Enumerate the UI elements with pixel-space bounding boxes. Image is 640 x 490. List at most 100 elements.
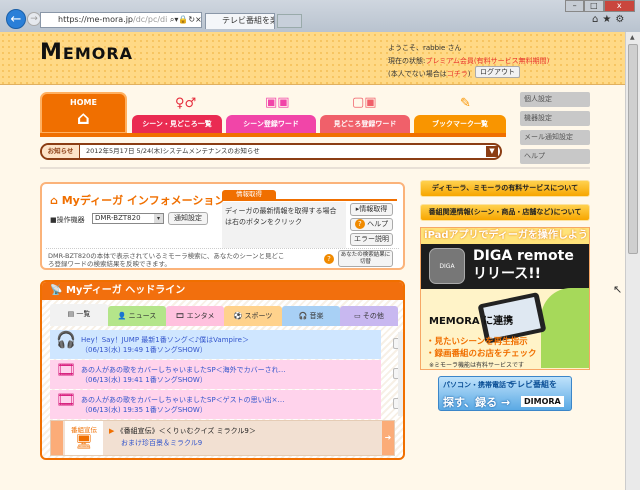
tab-label: 一覧 <box>76 310 91 318</box>
user-info: ようこそ、rabbie さん 現在の状態:プレミアム会員(有料サービス無料期間)… <box>388 42 549 81</box>
tab-music[interactable]: 🎧 音楽 <box>282 306 340 326</box>
not-you-text: (本人でない場合は <box>388 70 447 78</box>
question-icon: ? <box>354 219 365 229</box>
headline-item[interactable]: 🎧 Hey！Say！JUMP 最新1番ソング＜♪僕はVampire＞ （06/13(… <box>50 330 403 359</box>
item-meta: （06/13(水) 19:49 1番ソングSHOW） <box>81 346 207 354</box>
ad-title2: リリース!! <box>473 266 542 282</box>
info-title-text: Myディーガ インフォメーション <box>61 194 226 207</box>
info-footer-text: DMR-BZT820の本体で表示されているミモーラ検索に、あなたのシーンと見どこ… <box>48 252 285 268</box>
welcome-text: ようこそ、rabbie さん <box>388 44 462 52</box>
diga-remote-banner[interactable]: iPadアプリでディーガを操作しよう DIGA remote リリース!! DIG… <box>420 227 590 370</box>
promo-label: 番組宣伝 🖥 <box>65 421 103 455</box>
headline-title: Myディーガ ヘッドライン <box>65 285 186 296</box>
personal-settings-button[interactable]: 個人設定 <box>520 92 590 107</box>
nav-bookmarks[interactable]: ブックマーク一覧 <box>414 115 506 133</box>
close-button[interactable]: x <box>603 0 635 12</box>
headline-scrollbar[interactable] <box>398 332 403 416</box>
address-bar[interactable]: https://me-mora.jp/dc/pc/di ⌕▾🔒↻× <box>40 12 202 28</box>
device-settings-button[interactable]: 機器設定 <box>520 111 590 126</box>
help-button[interactable]: ヘルプ <box>520 149 590 164</box>
page-scrollbar[interactable]: ▲ <box>625 32 640 490</box>
arrow-right-icon[interactable]: ➜ <box>382 421 394 455</box>
tab-news[interactable]: 👤 ニュース <box>108 306 166 326</box>
item-title[interactable]: Hey！Say！JUMP 最新1番ソング＜♪僕はVampire＞ <box>81 335 381 345</box>
promo-title[interactable]: ▶ 《番組宣伝》＜くりぃむクイズ ミラクル9＞ <box>109 426 256 436</box>
paid-service-button[interactable]: ディモーラ、ミモーラの有料サービスについて <box>420 180 590 197</box>
notify-settings-button[interactable]: 通知設定 <box>168 212 208 225</box>
headphones-icon: 🎧 <box>56 330 76 349</box>
tab-other[interactable]: ▭ その他 <box>340 306 398 326</box>
mouse-cursor-icon: ↖ <box>613 283 623 296</box>
question-icon[interactable]: ? <box>324 254 334 264</box>
info-help-button[interactable]: ? ヘルプ <box>350 218 393 231</box>
dimora-c: 探す、録る → <box>443 396 511 409</box>
forward-button[interactable]: → <box>27 12 41 26</box>
url-path: /dc/pc/di <box>133 15 168 24</box>
scroll-thumb[interactable] <box>628 44 638 254</box>
headline-item[interactable]: 🎞 あの人があの歌をカバーしちゃいましたSP＜海外でカバーされ… （06/13(水)… <box>50 360 403 389</box>
device-value: DMR-BZT820 <box>95 214 141 222</box>
play-icon: ▶ <box>109 427 115 435</box>
ad-line1: ・見たいシーンを再生指示 <box>426 337 528 347</box>
not-you-link[interactable]: コチラ <box>447 70 468 78</box>
headline-item[interactable]: 🎞 あの人があの歌をカバーしちゃいましたSP＜ゲストの思い出×… （06/13(水)… <box>50 390 403 419</box>
nav-home[interactable]: HOME ⌂ <box>40 92 127 134</box>
device-label: ■操作機器 <box>50 216 85 224</box>
dimora-a: パソコン・携帯電話で <box>443 381 513 389</box>
info-title: ⌂ Myディーガ インフォメーション <box>50 194 226 207</box>
app-icon: DIGA <box>429 248 465 284</box>
program-promo[interactable]: 番組宣伝 🖥 ▶ 《番組宣伝》＜くりぃむクイズ ミラクル9＞ おまけ珍百景＆ミラク… <box>50 420 395 456</box>
logout-button[interactable]: ログアウト <box>475 66 520 78</box>
item-title[interactable]: あの人があの歌をカバーしちゃいましたSP＜海外でカバーされ… <box>81 365 381 375</box>
tab-title: テレビ番組を楽しむサー... <box>222 16 275 25</box>
promo-prev[interactable] <box>51 421 63 455</box>
error-explain-button[interactable]: エラー説明 <box>350 233 393 246</box>
dimora-b: テレビ番組を <box>509 380 557 389</box>
headline-panel: 📡 Myディーガ ヘッドライン ▤ 一覧 👤 ニュース 🎞 エンタメ ⚽ スポー… <box>40 280 405 460</box>
people-icon: ♀♂ <box>175 96 197 111</box>
dimora-logo: DIMORA <box>521 396 564 407</box>
home-label: HOME <box>70 98 97 107</box>
minimize-button[interactable]: – <box>565 0 585 12</box>
maximize-button[interactable]: □ <box>584 0 604 12</box>
item-meta: （06/13(水) 19:41 1番ソングSHOW） <box>81 376 207 384</box>
dimora-banner[interactable]: パソコン・携帯電話で テレビ番組を 探す、録る → DIMORA <box>438 376 572 411</box>
switch-results-button[interactable]: あなたの検索結果に切替 <box>338 250 393 267</box>
nav-scene-words[interactable]: シーン登録ワード <box>226 115 316 133</box>
film-icon: 🎞 <box>56 390 77 409</box>
home-favorites-settings-icons[interactable]: ⌂★⚙ <box>592 14 628 25</box>
browser-tab[interactable]: テレビ番組を楽しむサー... <box>205 13 275 29</box>
notice-text[interactable]: 2012年5月17日 5/24(木)システムメンテナンスのお知らせ <box>86 145 260 158</box>
notice-label: お知らせ <box>42 145 80 158</box>
chevron-down-icon: ▾ <box>154 214 163 223</box>
notify-label: 通知設定 <box>174 214 202 222</box>
fetch-info-button[interactable]: ▸情報取得 <box>350 203 393 216</box>
info-panel: ⌂ Myディーガ インフォメーション ■操作機器 ▾ DMR-BZT820 通知設… <box>40 182 405 270</box>
divider <box>46 248 399 249</box>
nav-highlight-words[interactable]: 見どころ登録ワード <box>320 115 410 133</box>
promo-title-text: 《番組宣伝》＜くりぃむクイズ ミラクル9＞ <box>116 427 256 435</box>
notice-bar: お知らせ 2012年5月17日 5/24(木)システムメンテナンスのお知らせ ▼ <box>40 143 502 160</box>
memora-logo[interactable]: MEMORA <box>40 40 133 65</box>
film-icon: 🎞 <box>56 360 77 379</box>
mail-settings-button[interactable]: メール通知設定 <box>520 130 590 145</box>
new-tab-button[interactable] <box>277 14 302 28</box>
url-host: https://me-mora.jp <box>58 15 133 24</box>
logo-m: M <box>40 40 63 65</box>
promo-subtitle[interactable]: おまけ珍百景＆ミラクル9 <box>121 438 202 448</box>
related-info-button[interactable]: 番組関連情報(シーン・商品・店舗など)について <box>420 204 590 221</box>
notice-dropdown-icon[interactable]: ▼ <box>486 146 498 157</box>
item-title[interactable]: あの人があの歌をカバーしちゃいましたSP＜ゲストの思い出×… <box>81 395 381 405</box>
back-button[interactable]: ← <box>6 9 26 29</box>
tab-all[interactable]: ▤ 一覧 <box>50 304 108 326</box>
tab-sports[interactable]: ⚽ スポーツ <box>224 306 282 326</box>
book-pencil-icon: ✎ <box>460 96 471 111</box>
nav-scene-list[interactable]: シーン・見どころ一覧 <box>132 115 222 133</box>
tab-line <box>222 199 397 201</box>
help-label: ヘルプ <box>367 220 389 228</box>
device-select[interactable]: ▾ DMR-BZT820 <box>92 213 164 224</box>
item-meta: （06/13(水) 19:35 1番ソングSHOW） <box>81 406 207 414</box>
logo-text: EMORA <box>62 44 134 63</box>
tab-entertainment[interactable]: 🎞 エンタメ <box>166 306 224 326</box>
scroll-up-icon[interactable]: ▲ <box>630 34 635 41</box>
